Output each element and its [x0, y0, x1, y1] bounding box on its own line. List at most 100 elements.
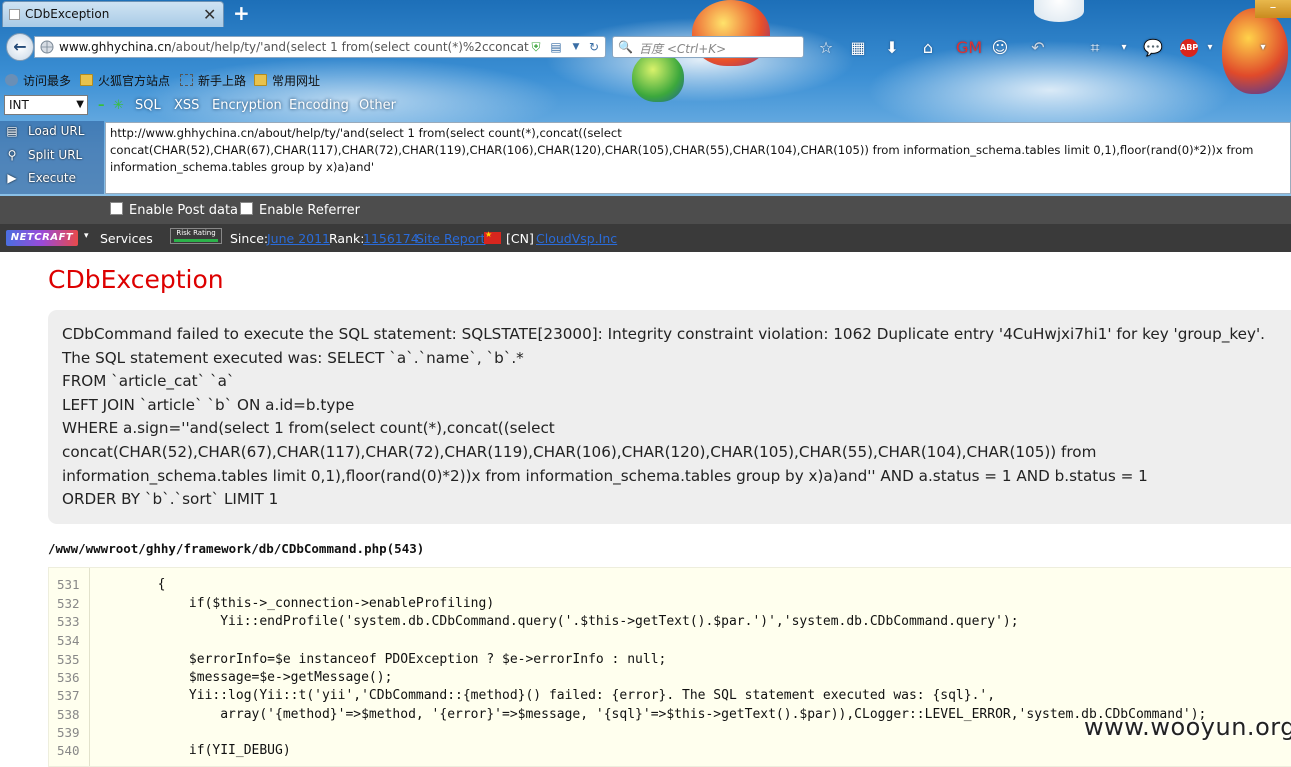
hackbar-type-select[interactable]: INT ▼: [4, 95, 88, 115]
hackbar-menu-xss[interactable]: XSS: [174, 98, 199, 113]
error-message-line: CDbCommand failed to execute the SQL sta…: [62, 325, 1266, 343]
extension-icon[interactable]: ǤM: [956, 38, 982, 58]
shield-icon[interactable]: ⛨: [529, 40, 543, 54]
error-message-line: LEFT JOIN `article` `b` ON a.id=b.type: [62, 395, 355, 414]
hosting-link[interactable]: CloudVsp.Inc: [536, 231, 617, 246]
source-line: 532 if($this->_connection->enableProfili…: [57, 596, 495, 611]
tab-strip: CDbException ✕ + –: [0, 0, 1291, 27]
hackbar-menu-sql[interactable]: SQL: [135, 98, 161, 113]
source-line: 537 Yii::log(Yii::t('yii','CDbCommand::{…: [57, 688, 996, 703]
risk-rating-badge: Risk Rating: [170, 228, 222, 244]
source-line: 540 if(YII_DEBUG): [57, 743, 291, 758]
chevron-down-icon[interactable]: ▾: [84, 231, 89, 241]
hackbar-options: Enable Post data Enable Referrer: [0, 196, 1291, 224]
source-file-path: /www/wwwroot/ghhy/framework/db/CDbComman…: [48, 541, 425, 556]
play-icon: ▶: [7, 171, 17, 185]
netcraft-toolbar: NETCRAFT ▾ Services Risk Rating Since: J…: [0, 224, 1291, 252]
bookmark-star-icon[interactable]: ☆: [816, 38, 836, 58]
error-message-line: information_schema.tables limit 0,1),flo…: [62, 466, 1148, 485]
search-icon: 🔍: [618, 40, 633, 54]
page-icon: [9, 9, 20, 20]
adblock-icon[interactable]: ABP: [1180, 39, 1198, 57]
folder-icon: [80, 74, 93, 86]
crop-icon[interactable]: ⌗: [1085, 38, 1105, 58]
error-message-line: WHERE a.sign=''and(select 1 from(select …: [62, 419, 555, 438]
minus-icon[interactable]: –: [98, 98, 105, 113]
error-message-box: CDbCommand failed to execute the SQL sta…: [48, 310, 1291, 524]
page-icon: [180, 74, 193, 86]
new-tab-button[interactable]: +: [233, 1, 250, 25]
folder-icon: [254, 74, 267, 86]
error-message-line: concat(CHAR(52),CHAR(67),CHAR(117),CHAR(…: [62, 442, 1097, 461]
textarea-line: http://www.ghhychina.cn/about/help/ty/'a…: [110, 126, 622, 140]
watermark: www.wooyun.org: [1084, 713, 1291, 741]
search-bar[interactable]: 🔍 百度 <Ctrl+K>: [612, 36, 804, 58]
bookmarks-toolbar: 访问最多 火狐官方站点 新手上路 常用网址: [0, 68, 700, 90]
source-line: 531 {: [57, 577, 166, 592]
back-button[interactable]: ←: [6, 33, 34, 61]
enable-post-data-checkbox[interactable]: Enable Post data: [110, 202, 238, 218]
split-url-button[interactable]: ⚲ Split URL: [4, 148, 83, 162]
tab-title: CDbException: [25, 7, 110, 21]
tab-cdbexception[interactable]: CDbException ✕: [2, 1, 224, 27]
gear-icon: [5, 74, 18, 86]
netcraft-services-menu[interactable]: Services: [100, 231, 153, 246]
error-message-line: ORDER BY `b`.`sort` LIMIT 1: [62, 490, 279, 509]
rank-label: Rank:: [329, 231, 365, 246]
error-message-line: FROM `article_cat` `a`: [62, 372, 235, 391]
textarea-line: information_schema.tables group by x)a)a…: [110, 160, 375, 174]
bookmark-getting-started[interactable]: 新手上路: [180, 72, 246, 89]
browser-chrome: CDbException ✕ + – ← www.ghhychina.cn/ab…: [0, 0, 1291, 252]
bookmark-common-sites[interactable]: 常用网址: [254, 72, 320, 89]
source-line: 534: [57, 633, 80, 648]
risk-rating-bar: [174, 239, 218, 242]
hackbar-side-panel: ▤ Load URL ⚲ Split URL ▶ Execute: [0, 121, 104, 194]
url-text: www.ghhychina.cn/about/help/ty/'and(sele…: [59, 40, 529, 54]
search-placeholder: 百度 <Ctrl+K>: [639, 42, 727, 56]
split-url-icon: ⚲: [7, 148, 17, 162]
address-bar[interactable]: www.ghhychina.cn/about/help/ty/'and(sele…: [34, 36, 606, 58]
menu-arrow-icon[interactable]: ▾: [1253, 38, 1273, 58]
url-domain: www.ghhychina.cn: [59, 40, 172, 54]
netcraft-logo[interactable]: NETCRAFT: [6, 230, 78, 246]
checkbox-box: [110, 202, 123, 215]
smiley-icon[interactable]: ☺: [990, 38, 1010, 58]
source-line: 535 $errorInfo=$e instanceof PDOExceptio…: [57, 652, 667, 667]
site-report-link[interactable]: Site Report: [416, 231, 485, 246]
source-line: 536 $message=$e->getMessage();: [57, 670, 393, 685]
rank-link[interactable]: 1156174: [363, 231, 419, 246]
execute-button[interactable]: ▶ Execute: [4, 171, 76, 185]
download-icon[interactable]: ⬇: [882, 38, 902, 58]
url-path: /about/help/ty/'and(select 1 from(select…: [171, 40, 529, 54]
since-link[interactable]: June 2011: [267, 231, 330, 246]
menu-arrow-icon[interactable]: ▾: [1200, 38, 1220, 58]
plus-icon[interactable]: ✳: [113, 98, 124, 113]
menu-arrow-icon[interactable]: ▾: [1114, 38, 1134, 58]
globe-icon: [40, 40, 54, 54]
bookmark-firefox-official[interactable]: 火狐官方站点: [80, 72, 170, 89]
hackbar-menu-other[interactable]: Other: [359, 98, 396, 113]
chevron-down-icon: ▼: [76, 99, 84, 110]
textarea-line: concat(CHAR(52),CHAR(67),CHAR(117),CHAR(…: [110, 143, 1254, 157]
bookmark-most-visited[interactable]: 访问最多: [5, 72, 71, 89]
chat-icon[interactable]: 💬: [1143, 38, 1163, 58]
checkbox-box: [240, 202, 253, 215]
hackbar-url-textarea[interactable]: http://www.ghhychina.cn/about/help/ty/'a…: [105, 122, 1291, 194]
close-tab-icon[interactable]: ✕: [203, 5, 216, 24]
enable-referrer-checkbox[interactable]: Enable Referrer: [240, 202, 360, 218]
reload-icon[interactable]: ↻: [587, 40, 601, 54]
minimize-window-button[interactable]: –: [1255, 0, 1291, 18]
error-message-line: The SQL statement executed was: SELECT `…: [62, 348, 524, 367]
undo-icon[interactable]: ↶: [1028, 38, 1048, 58]
home-icon[interactable]: ⌂: [918, 38, 938, 58]
hackbar-menu-encryption[interactable]: Encryption: [212, 98, 282, 113]
page-title: CDbException: [48, 265, 224, 294]
reader-view-icon[interactable]: ▤: [549, 40, 563, 54]
hackbar-menu-encoding[interactable]: Encoding: [289, 98, 349, 113]
load-url-button[interactable]: ▤ Load URL: [4, 124, 84, 138]
dropdown-icon[interactable]: ▼: [569, 40, 583, 54]
bookmarks-list-icon[interactable]: ▦: [848, 38, 868, 58]
country-code: [CN]: [506, 231, 534, 246]
source-line: 533 Yii::endProfile('system.db.CDbComman…: [57, 614, 1019, 629]
load-url-icon: ▤: [6, 124, 18, 138]
